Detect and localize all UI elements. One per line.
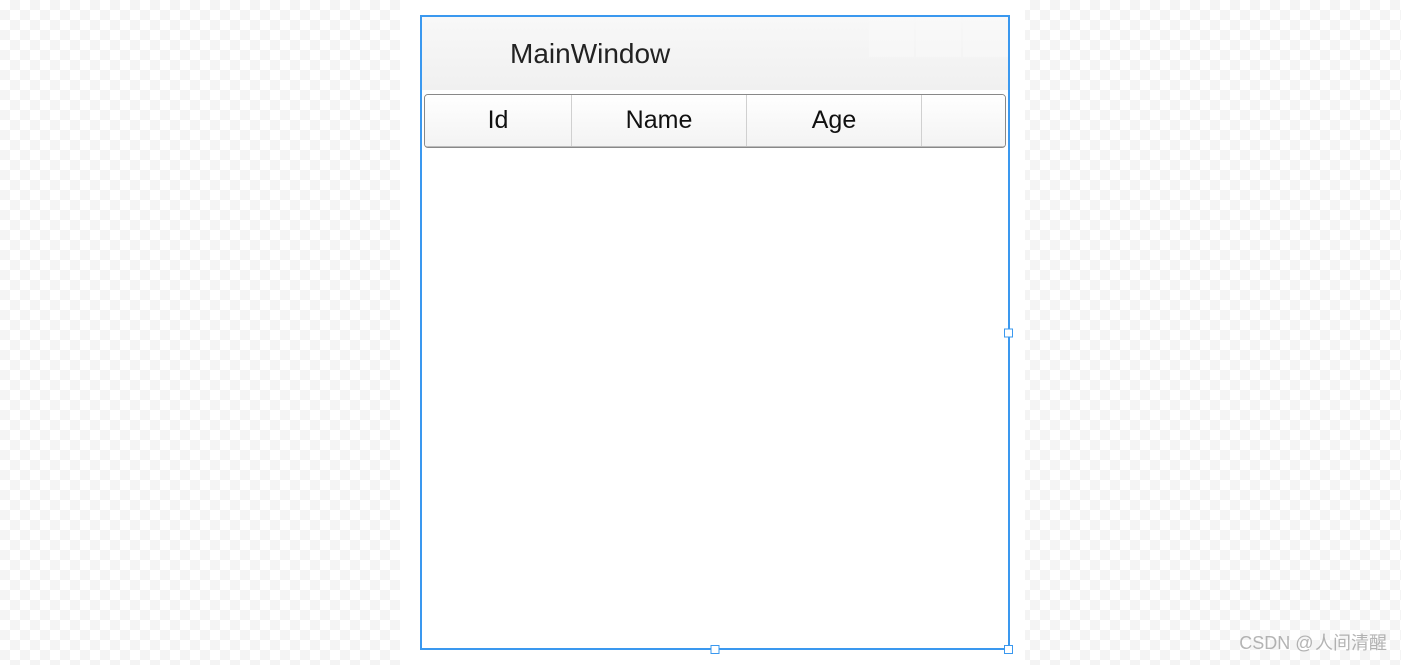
maximize-button[interactable] <box>916 17 961 57</box>
watermark-text: CSDN @ 人间清醒 <box>1239 629 1387 655</box>
column-header-name[interactable]: Name <box>572 95 747 146</box>
resize-handle-bottom[interactable] <box>711 645 720 654</box>
column-header-extra[interactable] <box>922 95 1005 146</box>
data-grid[interactable]: Id Name Age <box>424 94 1006 148</box>
window-control-buttons <box>867 17 1008 90</box>
window-client-area: Id Name Age <box>422 90 1008 152</box>
designer-canvas: MainWindow Id Name Age <box>400 0 1025 665</box>
column-header-id[interactable]: Id <box>425 95 572 146</box>
column-header-age[interactable]: Age <box>747 95 922 146</box>
close-button[interactable] <box>963 17 1008 57</box>
window-titlebar: MainWindow <box>422 17 1008 90</box>
window-title: MainWindow <box>510 38 670 70</box>
minimize-button[interactable] <box>869 17 914 57</box>
main-window[interactable]: MainWindow Id Name Age <box>420 15 1010 650</box>
data-grid-header-row: Id Name Age <box>425 95 1005 147</box>
resize-handle-corner[interactable] <box>1004 645 1013 654</box>
resize-handle-right[interactable] <box>1004 328 1013 337</box>
